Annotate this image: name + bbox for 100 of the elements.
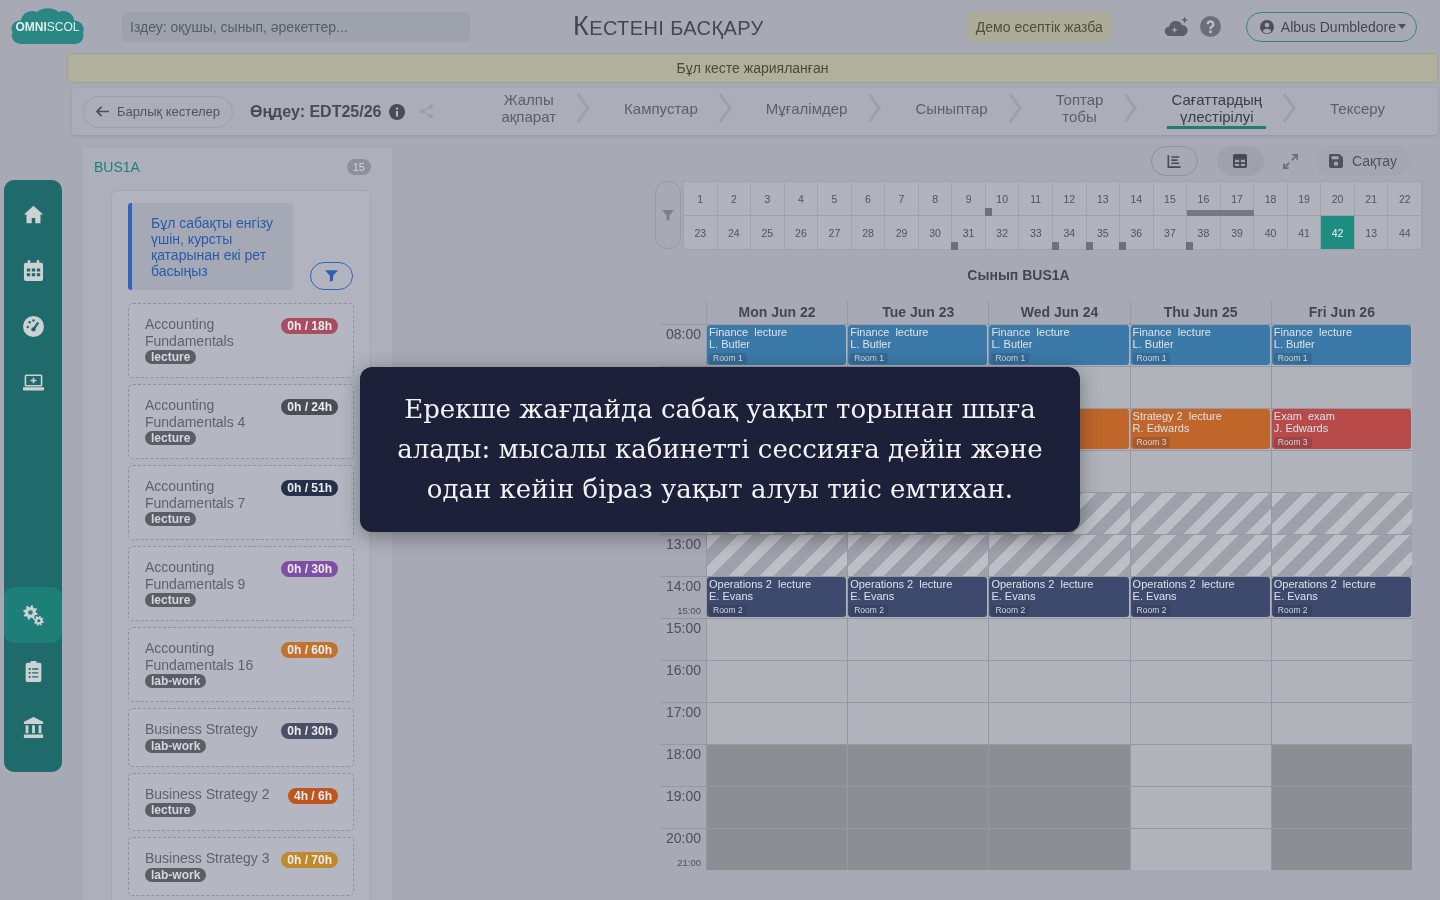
week-cell[interactable]: 26 [784,216,819,250]
time-slot[interactable] [847,702,989,744]
week-cell[interactable]: 7 [885,182,919,216]
cloud-sparkle-icon[interactable] [1163,16,1189,37]
unavailable-slot[interactable] [706,828,848,870]
event-block[interactable]: Finance lecture L. Butler Room 1 [1130,325,1270,365]
time-slot[interactable] [1270,366,1412,408]
week-cell[interactable]: 1 [684,182,718,216]
week-cell[interactable]: 23 [684,216,718,250]
time-slot[interactable] [988,618,1130,660]
week-cell[interactable]: 42 [1321,216,1355,250]
logo[interactable]: OMNISCOL [10,8,85,45]
unavailable-slot[interactable] [706,744,848,786]
time-slot[interactable] [1129,450,1271,492]
time-slot[interactable] [1129,534,1271,576]
week-cell[interactable]: 29 [885,216,919,250]
grid-view-button[interactable] [1216,146,1264,176]
time-slot[interactable] [706,660,848,702]
unavailable-slot[interactable] [847,828,989,870]
time-slot[interactable] [1129,786,1271,828]
time-slot[interactable] [988,534,1130,576]
week-cell[interactable]: 39 [1220,216,1255,250]
week-cell[interactable]: 8 [918,182,953,216]
event-block[interactable]: Operations 2 lecture E. Evans Room 2 [1130,577,1270,617]
time-slot[interactable] [1270,702,1412,744]
step-tab[interactable]: Мұғалімдер [761,88,852,129]
time-slot[interactable] [1270,534,1412,576]
time-slot[interactable] [847,660,989,702]
week-cell[interactable]: 13 [1354,216,1389,250]
time-slot[interactable] [1129,702,1271,744]
help-icon[interactable] [1199,16,1221,37]
week-cell[interactable]: 15 [1153,182,1188,216]
week-cell[interactable]: 2 [717,182,752,216]
time-slot[interactable] [847,534,989,576]
week-cell[interactable]: 16 [1187,182,1221,216]
time-slot[interactable] [988,702,1130,744]
step-tab[interactable]: Топтар тобы [1051,88,1108,129]
time-slot[interactable] [1129,744,1271,786]
week-cell[interactable]: 4 [784,182,819,216]
week-cell[interactable]: 11 [1019,182,1053,216]
event-block[interactable]: Operations 2 lecture E. Evans Room 2 [1271,577,1411,617]
week-cell[interactable]: 34 [1053,216,1087,250]
time-slot[interactable] [1129,492,1271,534]
week-cell[interactable]: 28 [851,216,886,250]
unavailable-slot[interactable] [988,828,1130,870]
search-field[interactable]: Іздеу: оқушы, сынып, әрекеттер... [122,11,470,42]
time-slot[interactable] [1129,618,1271,660]
week-cell[interactable]: 36 [1120,216,1154,250]
step-tab[interactable]: Сыныптар [911,88,992,129]
event-block[interactable]: Operations 2 lecture E. Evans Room 2 [848,577,988,617]
week-cell[interactable]: 10 [985,182,1020,216]
week-cell[interactable]: 31 [952,216,986,250]
week-cell[interactable]: 3 [751,182,785,216]
unavailable-slot[interactable] [988,744,1130,786]
time-slot[interactable] [1270,618,1412,660]
week-filter-button[interactable] [655,181,681,249]
week-cell[interactable]: 19 [1287,182,1322,216]
week-cell[interactable]: 14 [1120,182,1154,216]
nav-button[interactable] [4,587,62,643]
week-cell[interactable]: 25 [751,216,785,250]
unavailable-slot[interactable] [988,786,1130,828]
info-icon[interactable] [389,103,406,120]
week-cell[interactable]: 27 [818,216,852,250]
week-cell[interactable]: 13 [1086,182,1121,216]
time-slot[interactable] [1270,492,1412,534]
event-block[interactable]: Operations 2 lecture E. Evans Room 2 [989,577,1129,617]
time-slot[interactable] [1129,828,1271,870]
time-slot[interactable] [1129,660,1271,702]
week-cell[interactable]: 24 [717,216,752,250]
week-cell[interactable]: 38 [1187,216,1221,250]
time-slot[interactable] [706,702,848,744]
week-cell[interactable]: 17 [1220,182,1255,216]
week-cell[interactable]: 6 [851,182,886,216]
event-block[interactable]: Finance lecture L. Butler Room 1 [707,325,847,365]
week-cell[interactable]: 22 [1388,182,1422,216]
week-cell[interactable]: 18 [1254,182,1288,216]
time-slot[interactable] [1270,660,1412,702]
event-block[interactable]: Operations 2 lecture E. Evans Room 2 [707,577,847,617]
week-cell[interactable]: 12 [1053,182,1087,216]
step-tab[interactable]: Тексеру [1326,88,1389,129]
step-tab[interactable]: Кампустар [620,88,702,129]
week-cell[interactable]: 40 [1254,216,1288,250]
step-tab[interactable]: Сағаттардың үлестірілуі [1167,88,1267,129]
unavailable-slot[interactable] [1270,744,1412,786]
week-cell[interactable]: 44 [1388,216,1422,250]
event-block[interactable]: Finance lecture L. Butler Room 1 [848,325,988,365]
week-cell[interactable]: 5 [818,182,852,216]
time-slot[interactable] [988,660,1130,702]
unavailable-slot[interactable] [1270,786,1412,828]
event-block[interactable]: Finance lecture L. Butler Room 1 [989,325,1129,365]
event-block[interactable]: Finance lecture L. Butler Room 1 [1271,325,1411,365]
step-tab[interactable]: Жалпы ақпарат [497,88,561,129]
time-slot[interactable] [1129,366,1271,408]
expand-icon[interactable] [1282,153,1298,169]
unavailable-slot[interactable] [847,744,989,786]
week-cell[interactable]: 32 [985,216,1020,250]
week-cell[interactable]: 21 [1354,182,1389,216]
time-slot[interactable] [847,618,989,660]
time-slot[interactable] [1270,450,1412,492]
unavailable-slot[interactable] [706,786,848,828]
